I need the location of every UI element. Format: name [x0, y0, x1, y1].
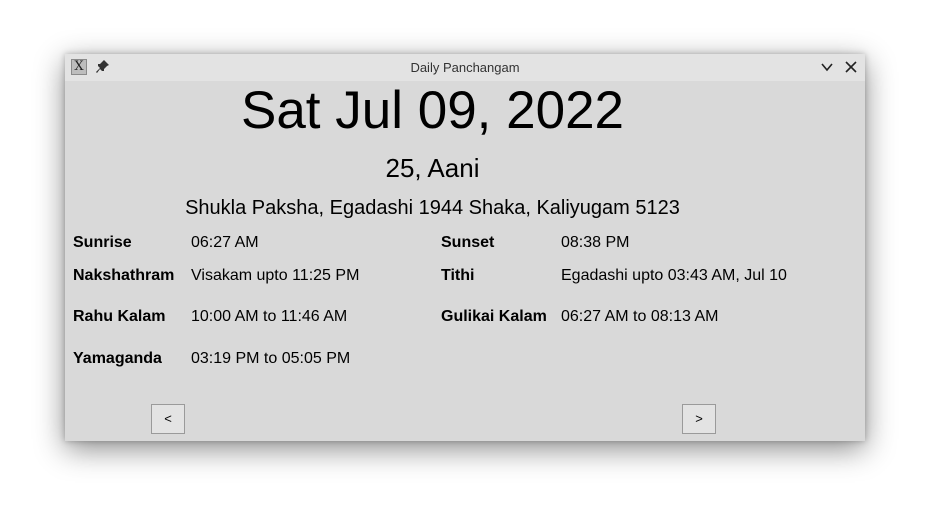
next-day-button[interactable]: > — [682, 404, 716, 434]
app-window: X Daily Panchangam Sat Jul 09, 2022 25, … — [65, 54, 865, 441]
gulikai-kalam-value: 06:27 AM to 08:13 AM — [561, 308, 719, 325]
tithi-label: Tithi — [441, 267, 475, 284]
nakshathram-value: Visakam upto 11:25 PM — [191, 267, 360, 284]
gulikai-kalam-label: Gulikai Kalam — [441, 308, 547, 325]
sunrise-value: 06:27 AM — [191, 234, 259, 251]
nakshathram-label: Nakshathram — [73, 267, 175, 284]
tithi-value: Egadashi upto 03:43 AM, Jul 10 — [561, 267, 787, 284]
sunset-value: 08:38 PM — [561, 234, 630, 251]
sunrise-label: Sunrise — [73, 234, 132, 251]
rahu-kalam-value: 10:00 AM to 11:46 AM — [191, 308, 348, 325]
sunset-label: Sunset — [441, 234, 495, 251]
paksha-line: Shukla Paksha, Egadashi 1944 Shaka, Kali… — [185, 197, 680, 219]
window-title: Daily Panchangam — [410, 60, 520, 75]
yamaganda-value: 03:19 PM to 05:05 PM — [191, 350, 351, 367]
yamaganda-label: Yamaganda — [73, 350, 162, 367]
title-bar[interactable]: X Daily Panchangam — [65, 54, 865, 81]
close-icon[interactable] — [843, 59, 859, 75]
previous-day-button[interactable]: < — [151, 404, 185, 434]
tamil-date: 25, Aani — [385, 153, 480, 183]
rahu-kalam-label: Rahu Kalam — [73, 308, 166, 325]
gregorian-date: Sat Jul 09, 2022 — [240, 81, 625, 140]
chevron-down-icon[interactable] — [819, 59, 835, 75]
